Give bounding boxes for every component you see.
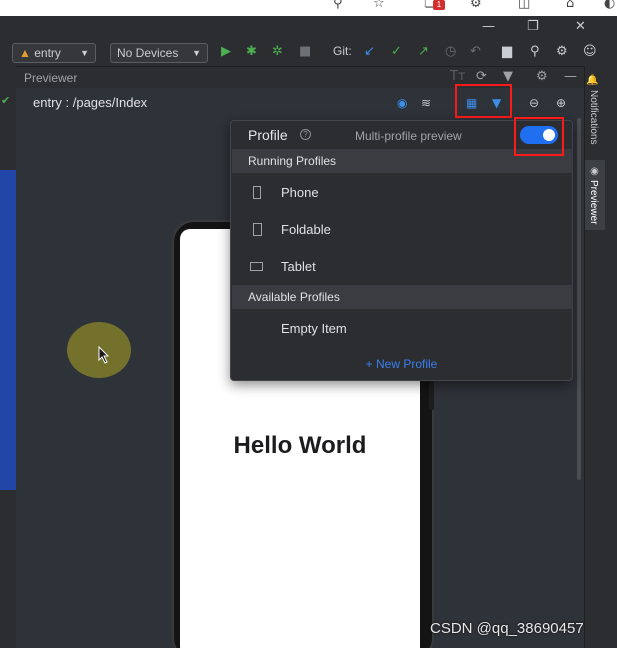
split-icon[interactable]: ◫ xyxy=(518,0,530,11)
available-profiles-header: Available Profiles xyxy=(232,285,573,309)
notification-badge: 1 xyxy=(433,0,445,10)
gear-icon[interactable]: ⚙ xyxy=(536,69,548,84)
refresh-icon[interactable]: ⟳ xyxy=(476,69,487,84)
notifications-icon[interactable]: 🔔 xyxy=(587,74,598,86)
ide-window: ⚲ ☆ ❏ 1 ⚙ ◫ ⌂ ◐ — ❐ ✕ ▲ entry ▼ No Devic… xyxy=(0,0,617,648)
font-size-icon[interactable]: Tт xyxy=(450,69,466,84)
profile-label: Tablet xyxy=(281,259,316,274)
watermark: CSDN @qq_38690457 xyxy=(430,620,584,637)
minimize-icon[interactable]: — xyxy=(482,19,495,34)
git-update-icon[interactable]: ↙ xyxy=(364,44,375,59)
profile-label: Empty Item xyxy=(281,321,347,336)
new-profile-link[interactable]: + New Profile xyxy=(231,357,572,371)
layers-icon[interactable]: ≋ xyxy=(421,96,431,110)
scrollbar[interactable] xyxy=(577,118,581,480)
help-icon[interactable]: ? xyxy=(300,129,311,140)
profile-item-tablet[interactable]: Tablet xyxy=(232,248,573,285)
puzzle-icon[interactable]: ⚙ xyxy=(470,0,482,11)
inspector-icon[interactable]: ◉ xyxy=(397,96,407,110)
module-icon: ▲ xyxy=(19,46,31,60)
restore-icon[interactable]: ❐ xyxy=(527,19,539,34)
previewer-tab[interactable]: Previewer xyxy=(588,180,599,224)
hello-text: Hello World xyxy=(233,432,367,459)
chevron-down-icon: ▼ xyxy=(80,48,89,58)
browser-toolbar: ⚲ ☆ ❏ 1 ⚙ ◫ ⌂ ◐ xyxy=(0,0,617,16)
mouse-cursor-icon xyxy=(98,346,110,364)
run-icon[interactable]: ▶ xyxy=(221,44,231,59)
profile-label: Phone xyxy=(281,185,319,200)
zoom-out-icon[interactable]: ⊖ xyxy=(529,96,539,110)
collections-icon[interactable]: ⌂ xyxy=(566,0,574,11)
profile-label: Foldable xyxy=(281,222,331,237)
filter-icon[interactable]: ▼ xyxy=(503,69,513,84)
zoom-in-icon[interactable]: ⊕ xyxy=(556,96,566,110)
profile-item-empty[interactable]: Empty Item xyxy=(232,310,573,347)
close-icon[interactable]: ✕ xyxy=(575,19,586,34)
multi-profile-label: Multi-profile preview xyxy=(355,129,462,143)
eye-icon: ◉ xyxy=(589,166,600,177)
debug-icon[interactable]: ✱ xyxy=(246,44,257,59)
tablet-icon xyxy=(250,262,263,271)
search-icon[interactable]: ⚲ xyxy=(530,44,540,59)
device-label: No Devices xyxy=(117,46,179,60)
git-push-icon[interactable]: ↗ xyxy=(418,44,429,59)
account-icon[interactable]: ⚲ xyxy=(333,0,343,11)
profile-item-phone[interactable]: Phone xyxy=(232,174,573,211)
favorite-icon[interactable]: ☆ xyxy=(373,0,385,11)
previewer-title: Previewer xyxy=(24,71,78,85)
title-bar: — ❐ ✕ xyxy=(0,16,617,40)
main-toolbar: ▲ entry ▼ No Devices ▼ ▶ ✱ ✲ ■ Git: ↙ ✓ … xyxy=(0,40,617,66)
module-label: entry xyxy=(34,46,61,60)
editor-selection xyxy=(0,170,16,490)
page-path: entry : /pages/Index xyxy=(33,95,148,110)
profile-item-foldable[interactable]: Foldable xyxy=(232,211,573,248)
rollback-icon[interactable]: ↶ xyxy=(470,44,481,59)
device-select[interactable]: No Devices ▼ xyxy=(110,43,208,63)
highlight-box xyxy=(514,117,564,156)
account-icon[interactable]: ☺ xyxy=(583,44,597,59)
history-icon[interactable]: ◷ xyxy=(445,44,456,59)
project-structure-icon[interactable]: ▆ xyxy=(502,44,512,59)
attach-debugger-icon[interactable]: ✲ xyxy=(272,44,283,59)
foldable-icon xyxy=(253,223,262,236)
module-select[interactable]: ▲ entry ▼ xyxy=(12,43,96,63)
phone-side-button xyxy=(429,380,434,410)
check-icon: ✔ xyxy=(1,95,11,107)
git-label: Git: xyxy=(333,44,352,58)
phone-icon xyxy=(253,186,261,199)
right-tool-strip xyxy=(584,66,617,648)
highlight-box xyxy=(455,84,512,118)
popup-title: Profile xyxy=(248,127,288,143)
notifications-tab[interactable]: Notifications xyxy=(588,90,599,144)
git-commit-icon[interactable]: ✓ xyxy=(391,44,402,59)
profile-popup: Profile ? Multi-profile preview Running … xyxy=(230,120,573,381)
hide-icon[interactable]: — xyxy=(564,69,577,84)
stop-icon[interactable]: ■ xyxy=(299,44,311,59)
profile-icon[interactable]: ◐ xyxy=(604,0,615,11)
settings-icon[interactable]: ⚙ xyxy=(556,44,568,59)
chevron-down-icon: ▼ xyxy=(192,48,201,58)
